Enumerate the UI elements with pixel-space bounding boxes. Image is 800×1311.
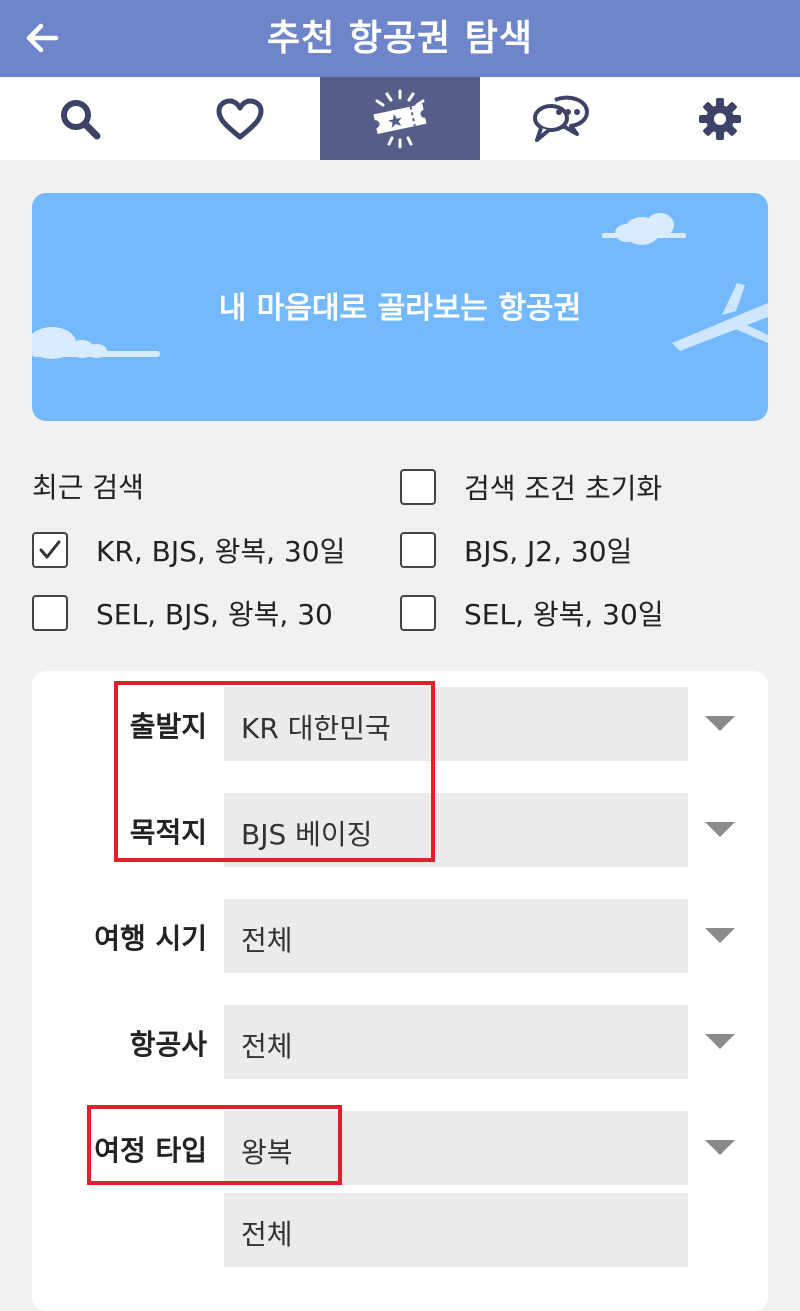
recent-checkbox[interactable] <box>32 595 68 631</box>
chat-icon <box>533 95 589 142</box>
chevron-down-icon[interactable] <box>705 1034 735 1049</box>
reset-checkbox[interactable] <box>400 469 436 505</box>
extra-select[interactable]: 전체 <box>224 1193 688 1267</box>
tab-settings[interactable] <box>640 77 800 160</box>
airline-select[interactable]: 전체 <box>224 1005 688 1079</box>
extra-value: 전체 <box>241 1218 293 1251</box>
airline-value: 전체 <box>241 1030 293 1063</box>
tab-recommend-tickets[interactable] <box>320 77 480 160</box>
app-header: 추천 항공권 탐색 <box>0 0 800 77</box>
recent-search-item[interactable]: KR, BJS, 왕복, 30일 <box>32 530 345 570</box>
recent-search-item[interactable]: BJS, J2, 30일 <box>400 530 632 570</box>
recent-search-item[interactable]: SEL, BJS, 왕복, 30 <box>32 593 333 633</box>
chevron-down-icon[interactable] <box>705 1140 735 1155</box>
page-title: 추천 항공권 탐색 <box>267 18 533 59</box>
recent-search-item[interactable]: SEL, 왕복, 30일 <box>400 593 664 633</box>
banner-text: 내 마음대로 골라보는 항공권 <box>218 291 582 326</box>
recent-checkbox[interactable] <box>32 532 68 568</box>
travel-period-label: 여행 시기 <box>94 922 207 955</box>
heart-icon <box>216 98 264 139</box>
reset-filters-option[interactable]: 검색 조건 초기화 <box>400 467 662 507</box>
chevron-down-icon[interactable] <box>705 928 735 943</box>
travel-period-select[interactable]: 전체 <box>224 899 688 973</box>
chevron-down-icon[interactable] <box>705 822 735 837</box>
recent-item-label: BJS, J2, 30일 <box>464 535 633 568</box>
ticket-icon <box>373 89 427 148</box>
airline-label: 항공사 <box>129 1028 207 1061</box>
recent-item-label: SEL, BJS, 왕복, 30 <box>96 598 333 631</box>
highlight-box <box>87 1105 342 1185</box>
reset-label: 검색 조건 초기화 <box>464 472 663 505</box>
recent-item-label: KR, BJS, 왕복, 30일 <box>96 535 346 568</box>
recent-search-title: 최근 검색 <box>32 471 144 504</box>
recent-item-label: SEL, 왕복, 30일 <box>464 598 664 631</box>
gear-icon <box>699 97 741 140</box>
tab-search[interactable] <box>0 77 160 160</box>
tab-favorites[interactable] <box>160 77 320 160</box>
highlight-box <box>114 681 435 862</box>
tab-messages[interactable] <box>480 77 640 160</box>
recent-checkbox[interactable] <box>400 595 436 631</box>
checkmark-icon <box>39 540 61 559</box>
recent-checkbox[interactable] <box>400 532 436 568</box>
search-icon <box>61 99 101 139</box>
tab-bar <box>0 77 800 160</box>
chevron-down-icon[interactable] <box>705 716 735 731</box>
travel-period-value: 전체 <box>241 924 293 957</box>
